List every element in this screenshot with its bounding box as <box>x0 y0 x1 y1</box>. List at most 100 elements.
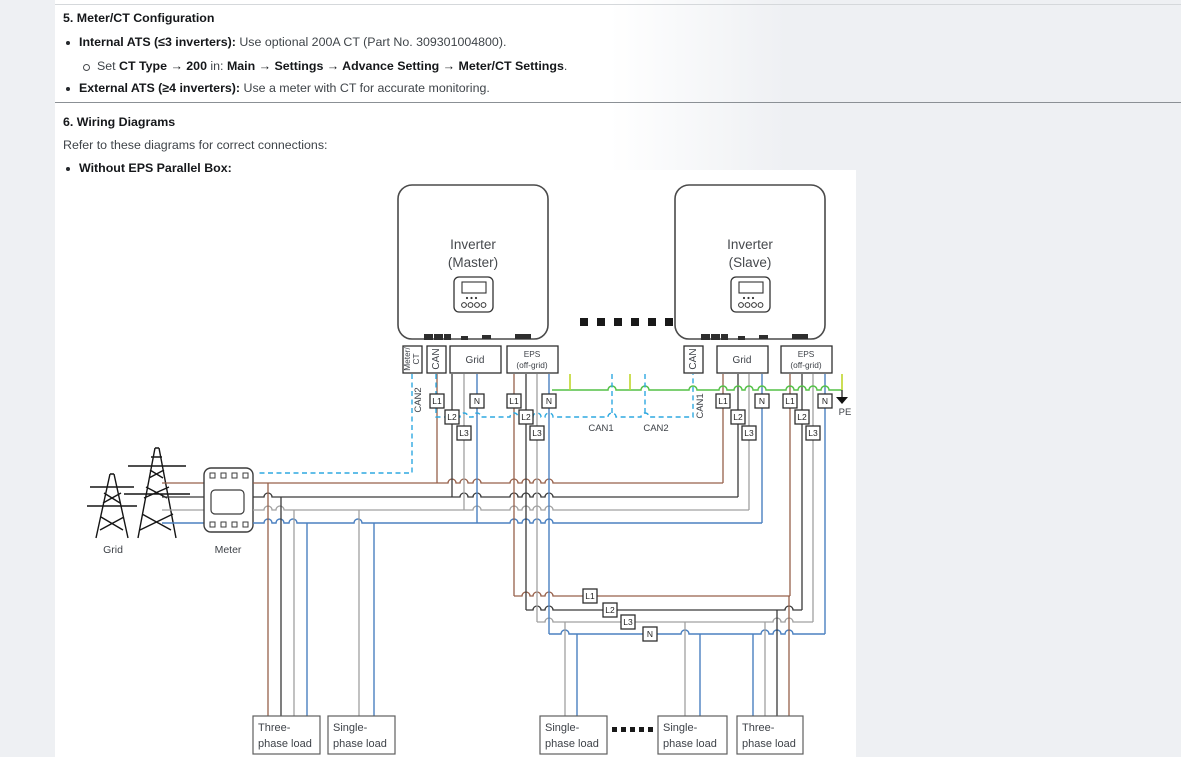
grid-towers-icon <box>87 448 190 538</box>
load-three-phase: Three- phase load <box>253 716 320 754</box>
svg-text:L1: L1 <box>432 396 442 406</box>
svg-text:L1: L1 <box>585 591 595 601</box>
load-single-phase: Single- phase load <box>658 716 727 754</box>
load-three-phase: Three- phase load <box>737 716 803 754</box>
inverter-slave: Inverter (Slave) <box>675 185 825 340</box>
tag-l2: L2 <box>731 410 745 424</box>
can2-label: CAN2 <box>643 423 668 434</box>
svg-text:phase load: phase load <box>663 738 717 750</box>
tag-n: N <box>818 394 832 408</box>
svg-text:L3: L3 <box>744 428 754 438</box>
port-eps-label1: EPS <box>798 349 815 359</box>
svg-text:L3: L3 <box>459 428 469 438</box>
tag-l2: L2 <box>519 410 533 424</box>
meter: Meter <box>204 468 253 556</box>
ground-arrow-icon <box>836 397 848 404</box>
svg-text:N: N <box>474 396 480 406</box>
load-single-phase: Single- phase load <box>540 716 607 754</box>
svg-text:L2: L2 <box>605 605 615 615</box>
tag-n: N <box>643 627 657 641</box>
load-single-phase: Single- phase load <box>328 716 395 754</box>
grid-caption: Grid <box>103 544 123 556</box>
svg-text:L2: L2 <box>733 412 743 422</box>
svg-text:Single-: Single- <box>333 722 368 734</box>
tag-l1: L1 <box>430 394 444 408</box>
can-stubs-dashed <box>612 374 645 413</box>
wire-tags: L1 N L2 L3 L1 N L2 L3 L1 N L2 L3 L1 N L2… <box>430 394 832 641</box>
port-eps-label2: (off-grid) <box>790 360 821 370</box>
tag-l2: L2 <box>445 410 459 424</box>
pe-label: PE <box>839 407 852 418</box>
tag-l3: L3 <box>742 426 756 440</box>
port-can-label: CAN <box>688 348 699 369</box>
bus-l1-eps <box>514 592 790 596</box>
svg-text:phase load: phase load <box>742 738 796 750</box>
port-can-label: CAN <box>431 348 442 369</box>
svg-text:N: N <box>546 396 552 406</box>
tag-l1: L1 <box>716 394 730 408</box>
bus-l2-eps <box>526 606 802 610</box>
bus-pe <box>552 386 842 390</box>
tag-l3: L3 <box>457 426 471 440</box>
wiring-diagram: Inverter (Master) Inverter (Slave) <box>0 0 1181 757</box>
wires-n-vertical <box>307 374 825 716</box>
svg-text:L3: L3 <box>532 428 542 438</box>
tag-n: N <box>470 394 484 408</box>
pe-stubs <box>570 374 842 390</box>
tag-n: N <box>755 394 769 408</box>
inverter-master-label-line1: Inverter <box>450 237 496 252</box>
inverter-display <box>731 277 770 312</box>
svg-text:Three-: Three- <box>258 722 291 734</box>
ports-master: Meter/ CT CAN Grid EPS (off-grid) <box>402 346 558 373</box>
wires-l3-vertical <box>294 374 813 716</box>
port-grid-label: Grid <box>733 355 752 366</box>
svg-text:phase load: phase load <box>333 738 387 750</box>
svg-text:L3: L3 <box>623 617 633 627</box>
inverter-master: Inverter (Master) <box>398 185 548 340</box>
bus-n-eps <box>549 630 825 634</box>
svg-text:Three-: Three- <box>742 722 775 734</box>
svg-text:phase load: phase load <box>545 738 599 750</box>
inverter-slave-label-line2: (Slave) <box>729 255 772 270</box>
page: { "doc": { "section5": { "heading": "5. … <box>0 0 1181 757</box>
can1-vertical-label: CAN1 <box>695 393 706 418</box>
loads: Three- phase load Single- phase load Sin… <box>253 716 803 754</box>
more-loads-ellipsis <box>612 727 653 732</box>
svg-text:N: N <box>647 629 653 639</box>
tag-l3: L3 <box>621 615 635 629</box>
tag-l3: L3 <box>806 426 820 440</box>
can2-to-meter-dashed <box>256 374 412 473</box>
svg-text:L3: L3 <box>808 428 818 438</box>
svg-text:Single-: Single- <box>663 722 698 734</box>
svg-text:N: N <box>822 396 828 406</box>
svg-text:L2: L2 <box>447 412 457 422</box>
bus-l2-main <box>253 493 738 497</box>
pe-ground: PE <box>836 390 851 418</box>
svg-text:L2: L2 <box>521 412 531 422</box>
tag-l2: L2 <box>603 603 617 617</box>
wires-l1-vertical <box>268 374 790 716</box>
can1-label: CAN1 <box>588 423 613 434</box>
bus-l3-main <box>253 506 749 510</box>
inverter-display <box>454 277 493 312</box>
port-meter-ct-label2: CT <box>411 353 421 364</box>
port-eps-label2: (off-grid) <box>516 360 547 370</box>
tag-l3: L3 <box>530 426 544 440</box>
meter-caption: Meter <box>215 544 242 556</box>
svg-text:phase load: phase load <box>258 738 312 750</box>
port-grid-label: Grid <box>466 355 485 366</box>
svg-text:L1: L1 <box>509 396 519 406</box>
tag-l1: L1 <box>507 394 521 408</box>
bus-l3-eps <box>537 618 813 622</box>
bus-n-main <box>253 519 762 523</box>
bus-l1-main <box>253 479 723 483</box>
tag-l2: L2 <box>795 410 809 424</box>
can2-vertical-label: CAN2 <box>413 387 424 412</box>
svg-text:Single-: Single- <box>545 722 580 734</box>
tag-l1: L1 <box>783 394 797 408</box>
svg-text:L1: L1 <box>785 396 795 406</box>
meter-screen <box>211 490 244 514</box>
inverter-master-label-line2: (Master) <box>448 255 498 270</box>
svg-text:L1: L1 <box>718 396 728 406</box>
more-inverters-ellipsis <box>580 318 673 326</box>
